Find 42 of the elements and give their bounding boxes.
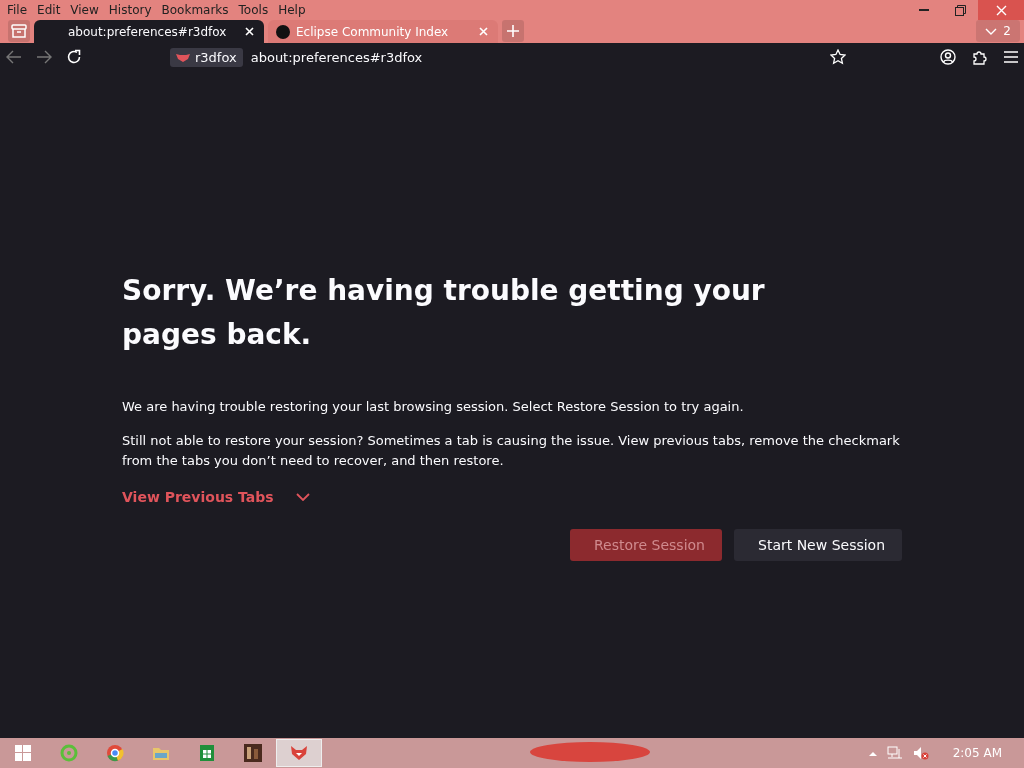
- restore-icon: [954, 4, 966, 16]
- menu-item[interactable]: Help: [275, 3, 309, 17]
- back-icon[interactable]: [6, 50, 22, 64]
- menu-item[interactable]: File: [4, 3, 31, 17]
- close-icon[interactable]: [245, 27, 254, 36]
- page-heading: Sorry. We’re having trouble getting your pages back.: [122, 273, 766, 353]
- menu-item[interactable]: View: [67, 3, 102, 17]
- caret-up-icon[interactable]: [868, 750, 877, 756]
- menu-item[interactable]: Edit: [34, 3, 64, 17]
- site-identity-button[interactable]: r3dfox: [170, 47, 243, 67]
- url-text[interactable]: about:preferences#r3dfox: [250, 49, 423, 65]
- taskbar-app[interactable]: [276, 739, 322, 767]
- menu-icon[interactable]: [1004, 51, 1018, 63]
- browser-icon: [106, 744, 124, 762]
- folder-icon: [152, 745, 170, 761]
- forward-icon[interactable]: [36, 50, 52, 64]
- tab-list-button[interactable]: [8, 20, 30, 42]
- circle-icon: [276, 24, 290, 39]
- reload-icon[interactable]: [66, 49, 82, 65]
- close-button[interactable]: [978, 0, 1024, 20]
- chevron-icon: [985, 27, 998, 35]
- session-button[interactable]: Start New Session: [734, 529, 902, 561]
- description-text: We are having trouble restoring your last browsing session. Select Restore Session to try again.: [122, 398, 745, 416]
- menu-item[interactable]: History: [105, 3, 155, 17]
- account-icon[interactable]: [940, 49, 956, 65]
- plus-icon: [507, 25, 519, 37]
- description-text: Still not able to restore your session? Sometimes a tab is causing the issue. View previous tabs, remove the checkmark from the tabs you don’t need to recover, and then restore.: [122, 432, 901, 470]
- menu-item[interactable]: Bookmarks: [158, 3, 232, 17]
- close-icon: [995, 4, 1007, 16]
- new-tab-button[interactable]: [502, 20, 524, 42]
- minimize-icon: [919, 9, 929, 11]
- menu-item[interactable]: Tools: [235, 3, 272, 17]
- windows-icon: [15, 745, 31, 761]
- view-tabs-link[interactable]: View Previous Tabs: [122, 489, 274, 505]
- tray-icon: [11, 24, 27, 38]
- tab-count-button[interactable]: 2: [976, 20, 1020, 42]
- spreadsheet-icon: [199, 744, 215, 762]
- puzzle-icon[interactable]: [972, 49, 988, 65]
- chevron-icon[interactable]: [295, 493, 310, 501]
- browser-tab[interactable]: about:preferences#r3dfox: [34, 20, 264, 43]
- star-icon[interactable]: [830, 49, 846, 65]
- speaker-muted-icon[interactable]: [912, 746, 929, 760]
